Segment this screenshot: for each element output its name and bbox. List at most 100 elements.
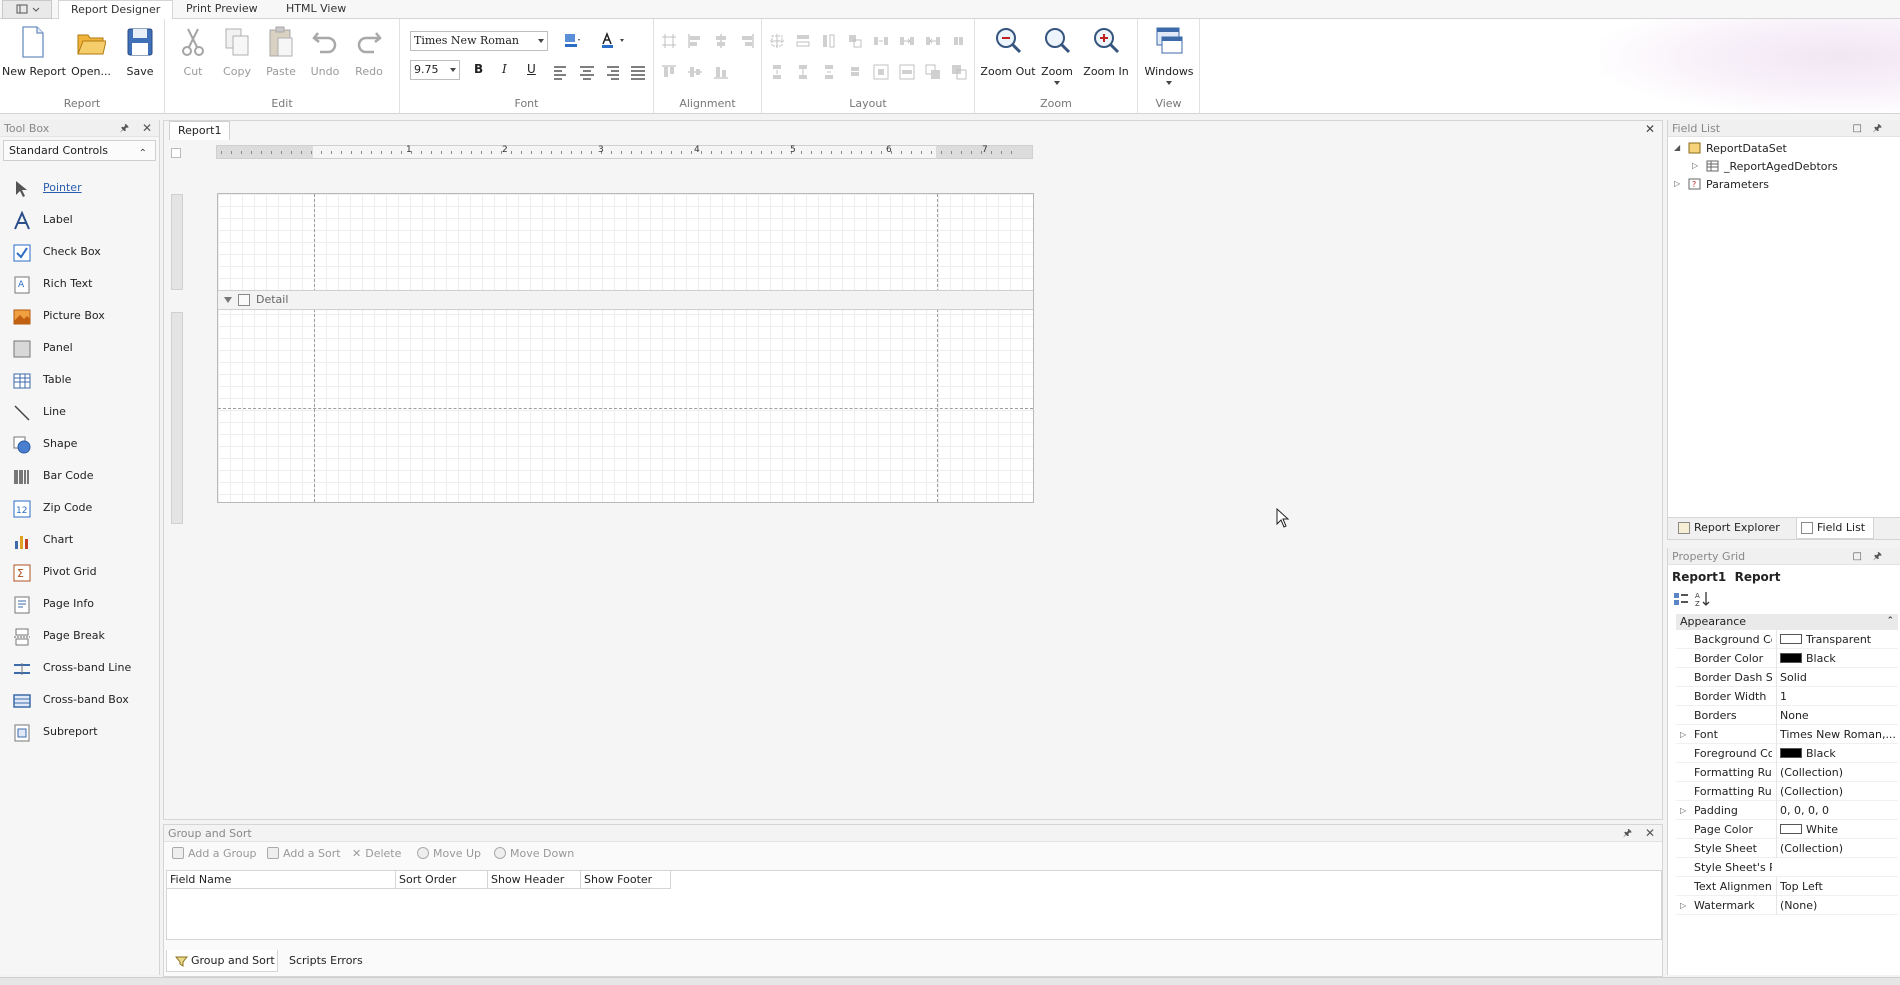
align-left-icon[interactable] <box>552 63 570 81</box>
save-button[interactable]: Save <box>120 23 160 93</box>
align-bottoms-icon[interactable] <box>712 63 730 81</box>
expand-icon[interactable]: ▷ <box>1692 162 1700 170</box>
property-value[interactable]: None <box>1776 706 1898 725</box>
new-report-button[interactable]: New Report <box>2 23 66 93</box>
tool-pivot-grid[interactable]: Σ Pivot Grid <box>0 556 158 588</box>
add-sort-button[interactable]: Add a Sort <box>267 847 341 860</box>
ruler-corner[interactable] <box>171 148 181 158</box>
vertical-spacing-decrease-icon[interactable] <box>820 63 838 81</box>
center-horizontally-icon[interactable] <box>872 63 890 81</box>
align-middles-icon[interactable] <box>686 63 704 81</box>
vertical-spacing-increase-icon[interactable] <box>794 63 812 81</box>
tab-scripts-errors[interactable]: Scripts Errors <box>281 950 371 972</box>
property-row-border-color[interactable]: Border Color Black <box>1676 649 1898 668</box>
align-rights-icon[interactable] <box>738 32 756 50</box>
property-value[interactable]: 0, 0, 0, 0 <box>1776 801 1898 820</box>
maximize-icon[interactable]: □ <box>1853 120 1862 137</box>
property-row-formatting-rule-sheet[interactable]: Formatting Rule Sheet (Collection) <box>1676 782 1898 801</box>
same-width-icon[interactable] <box>794 32 812 50</box>
font-name-combo[interactable]: Times New Roman <box>410 31 548 51</box>
collapse-arrow-icon[interactable] <box>224 297 232 303</box>
tool-bar-code[interactable]: Bar Code <box>0 460 158 492</box>
property-value[interactable]: Times New Roman,... <box>1776 725 1898 744</box>
property-row-borders[interactable]: Borders None <box>1676 706 1898 725</box>
tool-page-info[interactable]: Page Info <box>0 588 158 620</box>
pin-icon[interactable]: 🖈 <box>120 120 129 137</box>
property-category-appearance[interactable]: Appearance ⌃ <box>1676 614 1898 630</box>
tool-label[interactable]: Label <box>0 204 158 236</box>
underline-button[interactable]: U <box>527 62 536 76</box>
tab-report-designer[interactable]: Report Designer <box>58 0 174 20</box>
property-row-foreground-color[interactable]: Foreground Color Black <box>1676 744 1898 763</box>
property-row-padding[interactable]: ▷ Padding 0, 0, 0, 0 <box>1676 801 1898 820</box>
tab-print-preview[interactable]: Print Preview <box>174 0 270 19</box>
horizontal-spacing-increase-icon[interactable] <box>898 32 916 50</box>
move-up-button[interactable]: Move Up <box>417 847 481 860</box>
tool-chart[interactable]: Chart <box>0 524 158 556</box>
bold-button[interactable]: B <box>474 62 483 76</box>
send-to-back-icon[interactable] <box>950 63 968 81</box>
vertical-spacing-remove-icon[interactable] <box>846 63 864 81</box>
windows-button[interactable]: Windows <box>1144 23 1194 93</box>
italic-button[interactable]: I <box>502 62 507 76</box>
property-row-formatting-rules[interactable]: Formatting Rules (Collection) <box>1676 763 1898 782</box>
column-header-sort-order[interactable]: Sort Order <box>396 871 488 889</box>
property-row-style-sheet[interactable]: Style Sheet (Collection) <box>1676 839 1898 858</box>
expand-icon[interactable]: ▷ <box>1674 180 1682 188</box>
align-tops-icon[interactable] <box>660 63 678 81</box>
expand-icon[interactable]: ▷ <box>1680 801 1686 820</box>
align-lefts-icon[interactable] <box>686 32 704 50</box>
property-value[interactable]: Transparent <box>1776 630 1898 649</box>
tool-check-box[interactable]: Check Box <box>0 236 158 268</box>
paste-button[interactable]: Paste <box>261 23 301 93</box>
tool-line[interactable]: Line <box>0 396 158 428</box>
tab-report-explorer[interactable]: Report Explorer <box>1674 518 1794 539</box>
property-row-style-sheet-s-path[interactable]: Style Sheet's Path <box>1676 858 1898 877</box>
property-value[interactable]: Black <box>1776 744 1898 763</box>
pin-icon[interactable]: 🖈 <box>1873 548 1882 565</box>
property-value[interactable]: Top Left <box>1776 877 1898 896</box>
categorized-icon[interactable] <box>1672 590 1690 608</box>
tool-pointer[interactable]: Pointer <box>0 172 158 204</box>
detail-band-header[interactable]: Detail <box>218 290 1033 310</box>
collapse-icon[interactable]: ◢ <box>1674 144 1682 152</box>
undo-button[interactable]: Undo <box>305 23 345 93</box>
tool-zip-code[interactable]: 12 Zip Code <box>0 492 158 524</box>
property-row-background-color[interactable]: Background Color Transparent <box>1676 630 1898 649</box>
zoom-out-button[interactable]: Zoom Out <box>979 23 1037 93</box>
property-row-text-alignment[interactable]: Text Alignment Top Left <box>1676 877 1898 896</box>
open-button[interactable]: Open... <box>66 23 116 93</box>
horizontal-spacing-remove-icon[interactable] <box>950 32 968 50</box>
close-icon[interactable]: ✕ <box>142 120 152 137</box>
zoom-button[interactable]: Zoom <box>1037 23 1077 93</box>
font-size-combo[interactable]: 9.75 <box>410 60 460 80</box>
property-row-font[interactable]: ▷ Font Times New Roman,... <box>1676 725 1898 744</box>
same-height-icon[interactable] <box>820 32 838 50</box>
tab-field-list[interactable]: Field List <box>1796 518 1874 539</box>
application-menu-button[interactable] <box>2 0 52 19</box>
column-header-show-header[interactable]: Show Header <box>488 871 581 889</box>
property-value[interactable]: 1 <box>1776 687 1898 706</box>
add-group-button[interactable]: Add a Group <box>172 847 257 860</box>
property-value[interactable]: Black <box>1776 649 1898 668</box>
tool-page-break[interactable]: Page Break <box>0 620 158 652</box>
property-value[interactable]: (Collection) <box>1776 839 1898 858</box>
vertical-spacing-equal-icon[interactable] <box>768 63 786 81</box>
tool-cross-band-box[interactable]: Cross-band Box <box>0 684 158 716</box>
bring-to-front-icon[interactable] <box>924 63 942 81</box>
property-value[interactable]: Solid <box>1776 668 1898 687</box>
tool-table[interactable]: Table <box>0 364 158 396</box>
background-color-icon[interactable] <box>563 32 581 50</box>
pin-icon[interactable]: 🖈 <box>1623 825 1632 842</box>
same-size-icon[interactable] <box>846 32 864 50</box>
horizontal-spacing-equal-icon[interactable] <box>872 32 890 50</box>
horizontal-spacing-decrease-icon[interactable] <box>924 32 942 50</box>
tool-panel[interactable]: Panel <box>0 332 158 364</box>
size-to-grid-icon[interactable] <box>768 32 786 50</box>
selected-object[interactable]: Report1 Report <box>1672 570 1780 584</box>
close-icon[interactable]: ✕ <box>1645 122 1655 136</box>
tab-html-view[interactable]: HTML View <box>274 0 358 19</box>
justify-icon[interactable] <box>629 63 647 81</box>
sort-alphabetical-icon[interactable]: AZ <box>1694 590 1712 608</box>
cut-button[interactable]: Cut <box>173 23 213 93</box>
